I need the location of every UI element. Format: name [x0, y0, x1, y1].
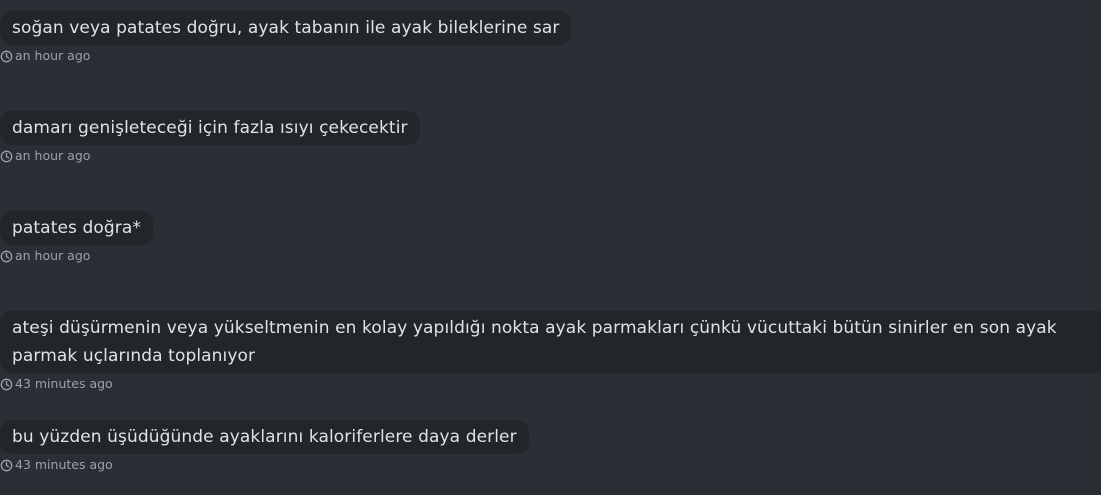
timestamp-text: 43 minutes ago — [15, 376, 113, 391]
message-bubble[interactable]: bu yüzden üşüdüğünde ayaklarını kalorife… — [0, 420, 529, 454]
message-timestamp: an hour ago — [0, 148, 420, 164]
clock-icon — [0, 150, 13, 163]
message-bubble[interactable]: soğan veya patates doğru, ayak tabanın i… — [0, 11, 572, 45]
timestamp-text: an hour ago — [15, 48, 91, 63]
message-item: damarı genişleteceği için fazla ısıyı çe… — [0, 111, 420, 164]
message-bubble[interactable]: damarı genişleteceği için fazla ısıyı çe… — [0, 111, 420, 145]
message-timestamp: 43 minutes ago — [0, 376, 1101, 392]
message-timestamp: an hour ago — [0, 48, 571, 64]
message-timestamp: an hour ago — [0, 248, 153, 264]
message-item: patates doğra* an hour ago — [0, 211, 153, 264]
message-timestamp: 43 minutes ago — [0, 457, 529, 473]
timestamp-text: 43 minutes ago — [15, 457, 113, 472]
clock-icon — [0, 459, 13, 472]
clock-icon — [0, 50, 13, 63]
clock-icon — [0, 378, 13, 391]
message-item: soğan veya patates doğru, ayak tabanın i… — [0, 11, 572, 64]
timestamp-text: an hour ago — [15, 148, 91, 163]
message-bubble[interactable]: ateşi düşürmenin veya yükseltmenin en ko… — [0, 311, 1101, 373]
timestamp-text: an hour ago — [15, 248, 91, 263]
message-item: ateşi düşürmenin veya yükseltmenin en ko… — [0, 311, 1101, 392]
message-bubble[interactable]: patates doğra* — [0, 211, 153, 245]
clock-icon — [0, 250, 13, 263]
message-list: soğan veya patates doğru, ayak tabanın i… — [0, 0, 1101, 495]
message-item: bu yüzden üşüdüğünde ayaklarını kalorife… — [0, 420, 529, 473]
